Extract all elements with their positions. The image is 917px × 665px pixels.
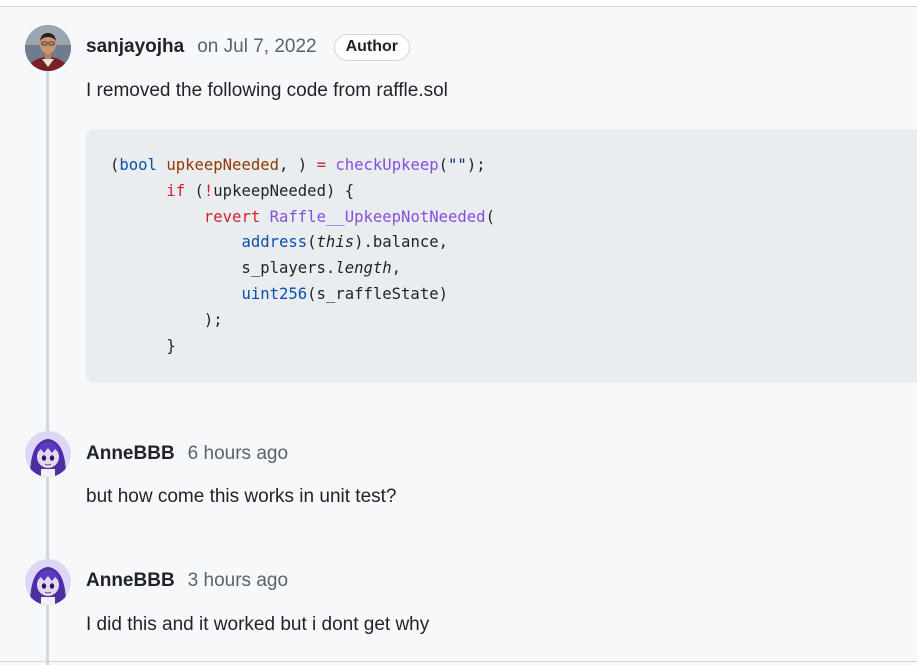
code-token: checkUpkeep — [335, 156, 439, 174]
timeline-top-border — [0, 0, 917, 7]
code-content: (bool upkeepNeeded, ) = checkUpkeep("");… — [110, 153, 495, 359]
code-token: length — [335, 259, 392, 278]
code-line: ); — [110, 308, 495, 334]
comment-header: AnneBBB 6 hours ago — [86, 437, 288, 471]
code-token: = — [316, 156, 326, 174]
comment-body: I did this and it worked but i dont get … — [86, 614, 430, 635]
anime-girl-avatar-icon[interactable] — [25, 431, 71, 477]
code-line: if (!upkeepNeeded) { — [110, 179, 495, 205]
code-token: ).balance, — [354, 233, 448, 252]
code-token: , — [391, 259, 402, 278]
author-link[interactable]: sanjayojha — [86, 36, 184, 58]
code-token: bool — [119, 156, 157, 174]
code-token: ); — [110, 310, 223, 329]
author-link[interactable]: AnneBBB — [86, 443, 175, 465]
code-token: upkeepNeeded — [166, 156, 280, 174]
comment-timestamp[interactable]: 6 hours ago — [188, 443, 288, 465]
code-token: ( — [438, 156, 449, 174]
code-line: uint256(s_raffleState) — [110, 282, 495, 308]
author-link[interactable]: AnneBBB — [86, 570, 175, 592]
comment-header: AnneBBB 3 hours ago — [86, 564, 288, 598]
anime-girl-avatar-icon[interactable] — [25, 559, 71, 605]
comment-timestamp[interactable]: on Jul 7, 2022 — [197, 36, 316, 58]
comment-body: I removed the following code from raffle… — [86, 80, 448, 101]
code-token: } — [110, 336, 176, 355]
code-token: Raffle__UpkeepNotNeeded — [269, 207, 486, 226]
code-token: (s_raffleState) — [307, 284, 448, 303]
comment-body: but how come this works in unit test? — [86, 486, 397, 507]
code-token: revert — [203, 207, 261, 226]
code-token: ( — [485, 207, 495, 226]
code-token: if — [166, 181, 186, 200]
code-block: (bool upkeepNeeded, ) = checkUpkeep("");… — [86, 129, 917, 383]
code-token: ( — [307, 233, 317, 252]
code-line: revert Raffle__UpkeepNotNeeded( — [110, 205, 495, 231]
person-photo-avatar-icon[interactable] — [25, 25, 71, 71]
code-token: address — [241, 233, 308, 252]
code-token: ! — [203, 181, 214, 200]
code-token: ); — [466, 156, 486, 174]
timeline-bottom-border — [0, 661, 917, 662]
code-token: s_players. — [110, 259, 336, 278]
code-token: ( — [110, 156, 120, 174]
author-badge: Author — [333, 33, 411, 61]
code-line: (bool upkeepNeeded, ) = checkUpkeep(""); — [110, 153, 495, 179]
code-line: address(this).balance, — [110, 230, 495, 256]
comment-timestamp[interactable]: 3 hours ago — [188, 570, 288, 592]
code-token: this — [316, 233, 355, 252]
code-token: , ) — [279, 156, 317, 174]
comment-header: sanjayojha on Jul 7, 2022 Author — [86, 30, 411, 64]
code-line: } — [110, 334, 495, 360]
code-token: ( — [185, 181, 204, 200]
code-line: s_players.length, — [110, 256, 495, 282]
code-token: uint256 — [241, 284, 308, 303]
code-token: "" — [448, 156, 467, 174]
code-token: upkeepNeeded) { — [213, 181, 355, 200]
